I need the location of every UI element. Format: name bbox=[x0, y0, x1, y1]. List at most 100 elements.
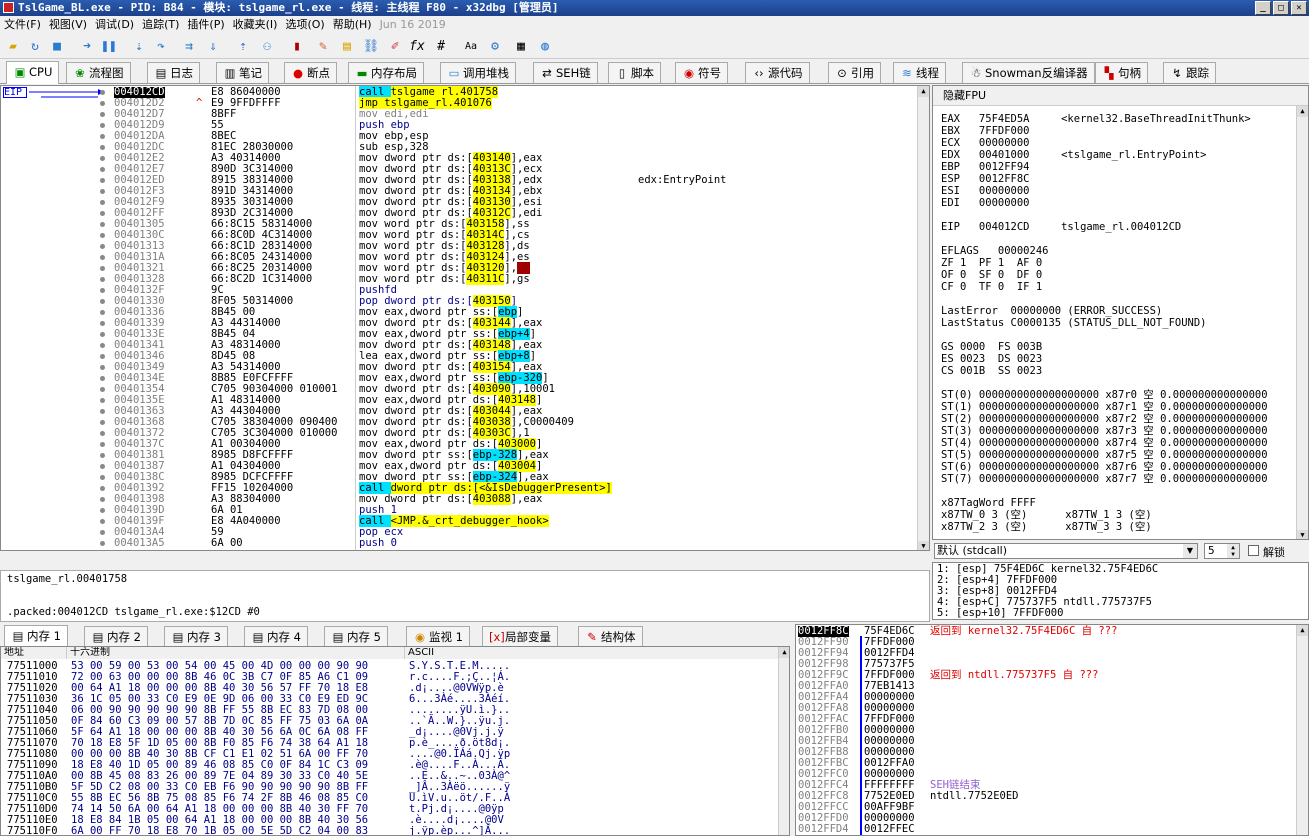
scroll-up-icon[interactable]: ▲ bbox=[1297, 106, 1308, 117]
calling-convention-select[interactable]: 默认 (stdcall) ▼ bbox=[934, 543, 1198, 559]
register-line[interactable]: ST(2) 0000000000000000000 x87r2 空 0.0000… bbox=[941, 414, 1268, 425]
chevron-down-icon[interactable]: ▼ bbox=[1183, 544, 1197, 558]
tab-script[interactable]: ▯ 脚本 bbox=[608, 62, 661, 83]
breakpoint-dot[interactable] bbox=[100, 156, 105, 161]
disasm-row[interactable]: 004013A5 6A 00 push 0 bbox=[1, 538, 917, 549]
trace-over-icon[interactable]: ⇓ bbox=[204, 38, 222, 56]
menu-view[interactable]: 视图(V) bbox=[45, 16, 91, 34]
tab-watch-1[interactable]: ◉ 监视 1 bbox=[406, 626, 470, 647]
close-button[interactable]: ✕ bbox=[1291, 1, 1307, 15]
register-line[interactable]: ST(6) 0000000000000000000 x87r6 空 0.0000… bbox=[941, 462, 1268, 473]
breakpoint-dot[interactable] bbox=[100, 123, 105, 128]
breakpoint-dot[interactable] bbox=[100, 233, 105, 238]
breakpoint-dot[interactable] bbox=[100, 530, 105, 535]
breakpoint-dot[interactable] bbox=[100, 244, 105, 249]
breakpoint-dot[interactable] bbox=[100, 376, 105, 381]
tab-references[interactable]: ⊙ 引用 bbox=[828, 62, 881, 83]
menu-trace[interactable]: 追踪(T) bbox=[138, 16, 183, 34]
breakpoint-dot[interactable] bbox=[100, 299, 105, 304]
scroll-up-icon[interactable]: ▲ bbox=[779, 647, 789, 658]
register-line[interactable]: LastStatus C0000135 (STATUS_DLL_NOT_FOUN… bbox=[941, 318, 1207, 329]
breakpoint-dot[interactable] bbox=[100, 277, 105, 282]
breakpoint-list-icon[interactable]: ▮ bbox=[288, 38, 306, 56]
dump-header-hex[interactable]: 十六进制 bbox=[67, 647, 405, 659]
font-icon[interactable]: Aa bbox=[462, 38, 480, 56]
tab-notes[interactable]: ▥ 笔记 bbox=[216, 62, 269, 83]
breakpoint-dot[interactable] bbox=[100, 222, 105, 227]
stack-view[interactable]: 0012FF8C 75F4ED6C 返回到 kernel32.75F4ED6C 自 … bbox=[795, 624, 1309, 836]
register-line[interactable]: EIP 004012CD tslgame_rl.004012CD bbox=[941, 222, 1181, 233]
breakpoint-dot[interactable] bbox=[100, 101, 105, 106]
menu-debug[interactable]: 调试(D) bbox=[91, 16, 138, 34]
register-line[interactable]: ST(7) 0000000000000000000 x87r7 空 0.0000… bbox=[941, 474, 1268, 485]
breakpoint-dot[interactable] bbox=[100, 431, 105, 436]
breakpoint-dot[interactable] bbox=[100, 145, 105, 150]
tag-icon[interactable]: ✐ bbox=[386, 38, 404, 56]
register-line[interactable]: x87TagWord FFFF bbox=[941, 498, 1036, 509]
register-line[interactable]: ST(4) 0000000000000000000 x87r4 空 0.0000… bbox=[941, 438, 1268, 449]
dump-header-ascii[interactable]: ASCII bbox=[405, 647, 779, 659]
register-line[interactable]: EBX 7FFDF000 bbox=[941, 126, 1030, 137]
breakpoint-dot[interactable] bbox=[100, 332, 105, 337]
breakpoint-dot[interactable] bbox=[100, 266, 105, 271]
register-scrollbar[interactable]: ▲ ▼ bbox=[1296, 106, 1308, 539]
stop-icon[interactable]: ■ bbox=[48, 38, 66, 56]
register-line[interactable]: x87TW_2 3 (空) x87TW_3 3 (空) bbox=[941, 522, 1152, 533]
register-line[interactable]: GS 0000 FS 003B bbox=[941, 342, 1042, 353]
breakpoint-dot[interactable] bbox=[100, 178, 105, 183]
register-line[interactable]: LastError 00000000 (ERROR_SUCCESS) bbox=[941, 306, 1162, 317]
register-line[interactable]: ES 0023 DS 0023 bbox=[941, 354, 1042, 365]
tab-log[interactable]: ▤ 日志 bbox=[147, 62, 200, 83]
dump-scrollbar[interactable]: ▲ bbox=[778, 647, 789, 835]
breakpoint-dot[interactable] bbox=[100, 442, 105, 447]
tab-dump-2[interactable]: ▤ 内存 2 bbox=[84, 626, 148, 647]
dump-ascii[interactable]: j.ÿp.èp...^]Â... bbox=[409, 826, 510, 836]
restart-icon[interactable]: ↻ bbox=[26, 38, 44, 56]
register-line[interactable]: EDI 00000000 bbox=[941, 198, 1030, 209]
tab-dump-4[interactable]: ▤ 内存 4 bbox=[244, 626, 308, 647]
stack-scrollbar[interactable]: ▲ bbox=[1296, 625, 1308, 835]
tab-dump-5[interactable]: ▤ 内存 5 bbox=[324, 626, 388, 647]
scroll-down-icon[interactable]: ▼ bbox=[918, 541, 929, 550]
breakpoint-dot[interactable] bbox=[100, 167, 105, 172]
tab-locals[interactable]: [x]局部变量 bbox=[482, 626, 558, 647]
register-line[interactable]: CF 0 TF 0 IF 1 bbox=[941, 282, 1042, 293]
unlock-checkbox[interactable] bbox=[1248, 545, 1259, 556]
breakpoint-dot[interactable] bbox=[100, 453, 105, 458]
menu-favourites[interactable]: 收藏夹(I) bbox=[229, 16, 282, 34]
run-to-user-icon[interactable]: ⇡ bbox=[234, 38, 252, 56]
menu-help[interactable]: 帮助(H) bbox=[329, 16, 376, 34]
breakpoint-dot[interactable] bbox=[100, 387, 105, 392]
tab-graph[interactable]: ❀ 流程图 bbox=[66, 62, 131, 83]
register-line[interactable]: ST(3) 0000000000000000000 x87r3 空 0.0000… bbox=[941, 426, 1268, 437]
breakpoint-dot[interactable] bbox=[100, 354, 105, 359]
tab-snowman[interactable]: ☃ Snowman反编译器 bbox=[962, 62, 1095, 83]
pause-icon[interactable]: ❚❚ bbox=[100, 38, 118, 56]
tab-call-stack[interactable]: ▭ 调用堆栈 bbox=[440, 62, 516, 83]
register-line[interactable]: EBP 0012FF94 bbox=[941, 162, 1030, 173]
disassembly-scrollbar[interactable]: ▲ ▼ bbox=[917, 86, 929, 550]
tab-handles[interactable]: ▚ 句柄 bbox=[1095, 62, 1148, 83]
breakpoint-dot[interactable] bbox=[100, 288, 105, 293]
tab-breakpoints[interactable]: ● 断点 bbox=[284, 62, 337, 83]
breakpoint-dot[interactable] bbox=[100, 420, 105, 425]
settings-icon[interactable]: ⚙ bbox=[486, 38, 504, 56]
breakpoint-dot[interactable] bbox=[100, 255, 105, 260]
tab-dump-3[interactable]: ▤ 内存 3 bbox=[164, 626, 228, 647]
step-into-icon[interactable]: ⇣ bbox=[130, 38, 148, 56]
tab-memory-map[interactable]: ▬ 内存布局 bbox=[348, 62, 424, 83]
register-line[interactable]: x87TW_0 3 (空) x87TW_1 3 (空) bbox=[941, 510, 1152, 521]
breakpoint-dot[interactable] bbox=[100, 508, 105, 513]
patch-icon[interactable]: ✎ bbox=[314, 38, 332, 56]
tab-seh[interactable]: ⇄ SEH链 bbox=[533, 62, 598, 83]
breakpoint-dot[interactable] bbox=[100, 398, 105, 403]
disassembly-view[interactable]: EIP 004012CD E8 86040000 call tslgame_rl.4… bbox=[0, 85, 930, 551]
open-icon[interactable]: ▰ bbox=[4, 38, 22, 56]
breakpoint-dot[interactable] bbox=[100, 90, 105, 95]
dump-header-address[interactable]: 地址 bbox=[1, 647, 67, 659]
about-icon[interactable]: ◍ bbox=[536, 38, 554, 56]
breakpoint-dot[interactable] bbox=[100, 541, 105, 546]
memory-dump-view[interactable]: 地址 十六进制 ASCII 77511000 53 00 59 00 53 00 … bbox=[0, 646, 790, 836]
register-line[interactable]: CS 001B SS 0023 bbox=[941, 366, 1042, 377]
tab-trace[interactable]: ↯ 跟踪 bbox=[1163, 62, 1216, 83]
